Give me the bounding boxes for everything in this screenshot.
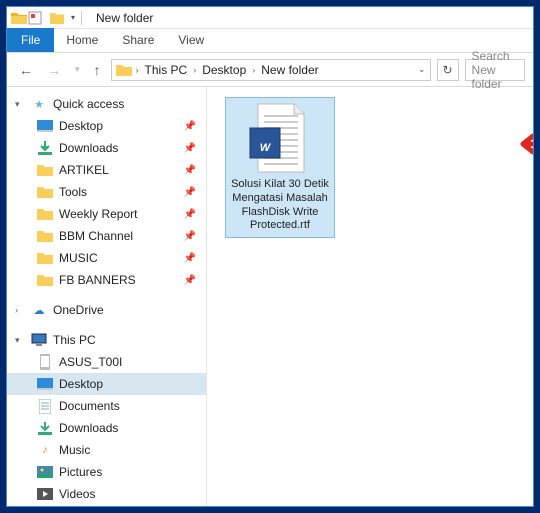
chevron-down-icon: ▾ (15, 335, 25, 346)
quick-access-item[interactable]: Weekly Report 📌 (7, 203, 206, 225)
quick-access-item[interactable]: FB BANNERS 📌 (7, 269, 206, 291)
pin-icon: 📌 (184, 253, 196, 264)
quick-access-item[interactable]: Tools 📌 (7, 181, 206, 203)
titlebar: ▾ New folder (7, 7, 533, 29)
body: ▾ ★ Quick access Desktop 📌 Downloads 📌 A… (7, 87, 533, 506)
thispc-header[interactable]: ▾ This PC (7, 329, 206, 351)
explorer-window: ▾ New folder File Home Share View ← → ▾ … (6, 6, 534, 507)
quick-access-item[interactable]: MUSIC 📌 (7, 247, 206, 269)
folder-icon (37, 162, 53, 178)
back-button[interactable]: ← (15, 62, 37, 78)
downloads-icon (37, 420, 53, 436)
onedrive-header[interactable]: › ☁ OneDrive (7, 299, 206, 321)
window-title: New folder (96, 11, 153, 25)
crumb-newfolder[interactable]: New folder (259, 63, 320, 77)
file-name: Solusi Kilat 30 Detik Mengatasi Masalah … (230, 178, 330, 233)
tab-home[interactable]: Home (54, 28, 110, 52)
quick-access-item[interactable]: Desktop 📌 (7, 115, 206, 137)
thispc-item[interactable]: ♪ Music (7, 439, 206, 461)
thispc-item[interactable]: Downloads (7, 417, 206, 439)
navigation-bar: ← → ▾ ↑ › This PC › Desktop › New folder… (7, 53, 533, 87)
pin-icon: 📌 (184, 187, 196, 198)
downloads-icon (37, 140, 53, 156)
thispc-item[interactable]: Desktop (7, 373, 206, 395)
chevron-right-icon[interactable]: › (250, 65, 257, 75)
file-item[interactable]: W Solusi Kilat 30 Detik Mengatasi Masala… (225, 97, 335, 238)
folder-icon (37, 184, 53, 200)
address-bar[interactable]: › This PC › Desktop › New folder ⌄ (111, 59, 431, 81)
pin-icon: 📌 (184, 275, 196, 286)
quick-access-item[interactable]: BBM Channel 📌 (7, 225, 206, 247)
tab-view[interactable]: View (166, 28, 216, 52)
pin-icon: 📌 (184, 231, 196, 242)
folder-icon (37, 206, 53, 222)
location-folder-icon (116, 62, 132, 78)
pin-icon: 📌 (184, 121, 196, 132)
desktop-icon (37, 376, 53, 392)
file-thumbnail: W (244, 102, 316, 174)
music-icon: ♪ (37, 442, 53, 458)
crumb-thispc[interactable]: This PC (143, 63, 190, 77)
thispc-item[interactable]: Pictures (7, 461, 206, 483)
navigation-pane: ▾ ★ Quick access Desktop 📌 Downloads 📌 A… (7, 87, 207, 506)
thispc-item[interactable]: ASUS_T00I (7, 351, 206, 373)
cloud-icon: ☁ (31, 302, 47, 318)
svg-text:W: W (260, 142, 272, 154)
documents-icon (37, 398, 53, 414)
recent-dropdown-icon[interactable]: ▾ (71, 64, 84, 75)
quick-access-item[interactable]: Downloads 📌 (7, 137, 206, 159)
star-icon: ★ (31, 96, 47, 112)
pin-icon: 📌 (184, 143, 196, 154)
file-tab[interactable]: File (7, 28, 54, 52)
annotation-arrow-icon (515, 133, 533, 158)
pin-icon: 📌 (184, 209, 196, 220)
tab-share[interactable]: Share (110, 28, 166, 52)
folder-icon (37, 250, 53, 266)
quick-access-item[interactable]: ARTIKEL 📌 (7, 159, 206, 181)
chevron-right-icon[interactable]: › (134, 65, 141, 75)
app-folder-icon (11, 10, 27, 26)
phone-icon (37, 354, 53, 370)
pictures-icon (37, 464, 53, 480)
chevron-right-icon: › (15, 305, 25, 315)
folder-icon (37, 272, 53, 288)
thispc-item[interactable]: Videos (7, 483, 206, 505)
content-area[interactable]: W Solusi Kilat 30 Detik Mengatasi Masala… (207, 87, 533, 506)
videos-icon (37, 486, 53, 502)
refresh-button[interactable]: ↻ (437, 59, 459, 81)
quick-access-toolbar: ▾ (27, 10, 75, 26)
forward-button[interactable]: → (43, 62, 65, 78)
pc-icon (31, 332, 47, 348)
chevron-down-icon: ▾ (15, 99, 25, 110)
desktop-icon (37, 118, 53, 134)
crumb-desktop[interactable]: Desktop (200, 63, 248, 77)
chevron-right-icon[interactable]: › (191, 65, 198, 75)
address-dropdown-icon[interactable]: ⌄ (418, 64, 426, 75)
thispc-item[interactable]: Documents (7, 395, 206, 417)
properties-icon[interactable] (27, 10, 43, 26)
search-input[interactable]: Search New folder (465, 59, 525, 81)
ribbon-tabs: File Home Share View (7, 29, 533, 53)
up-button[interactable]: ↑ (90, 62, 105, 78)
thispc-item[interactable]: Local Disk (C:) (7, 505, 206, 506)
qat-dropdown-icon[interactable]: ▾ (71, 13, 75, 22)
folder-icon (37, 228, 53, 244)
quick-access-header[interactable]: ▾ ★ Quick access (7, 93, 206, 115)
new-folder-icon[interactable] (49, 10, 65, 26)
pin-icon: 📌 (184, 165, 196, 176)
